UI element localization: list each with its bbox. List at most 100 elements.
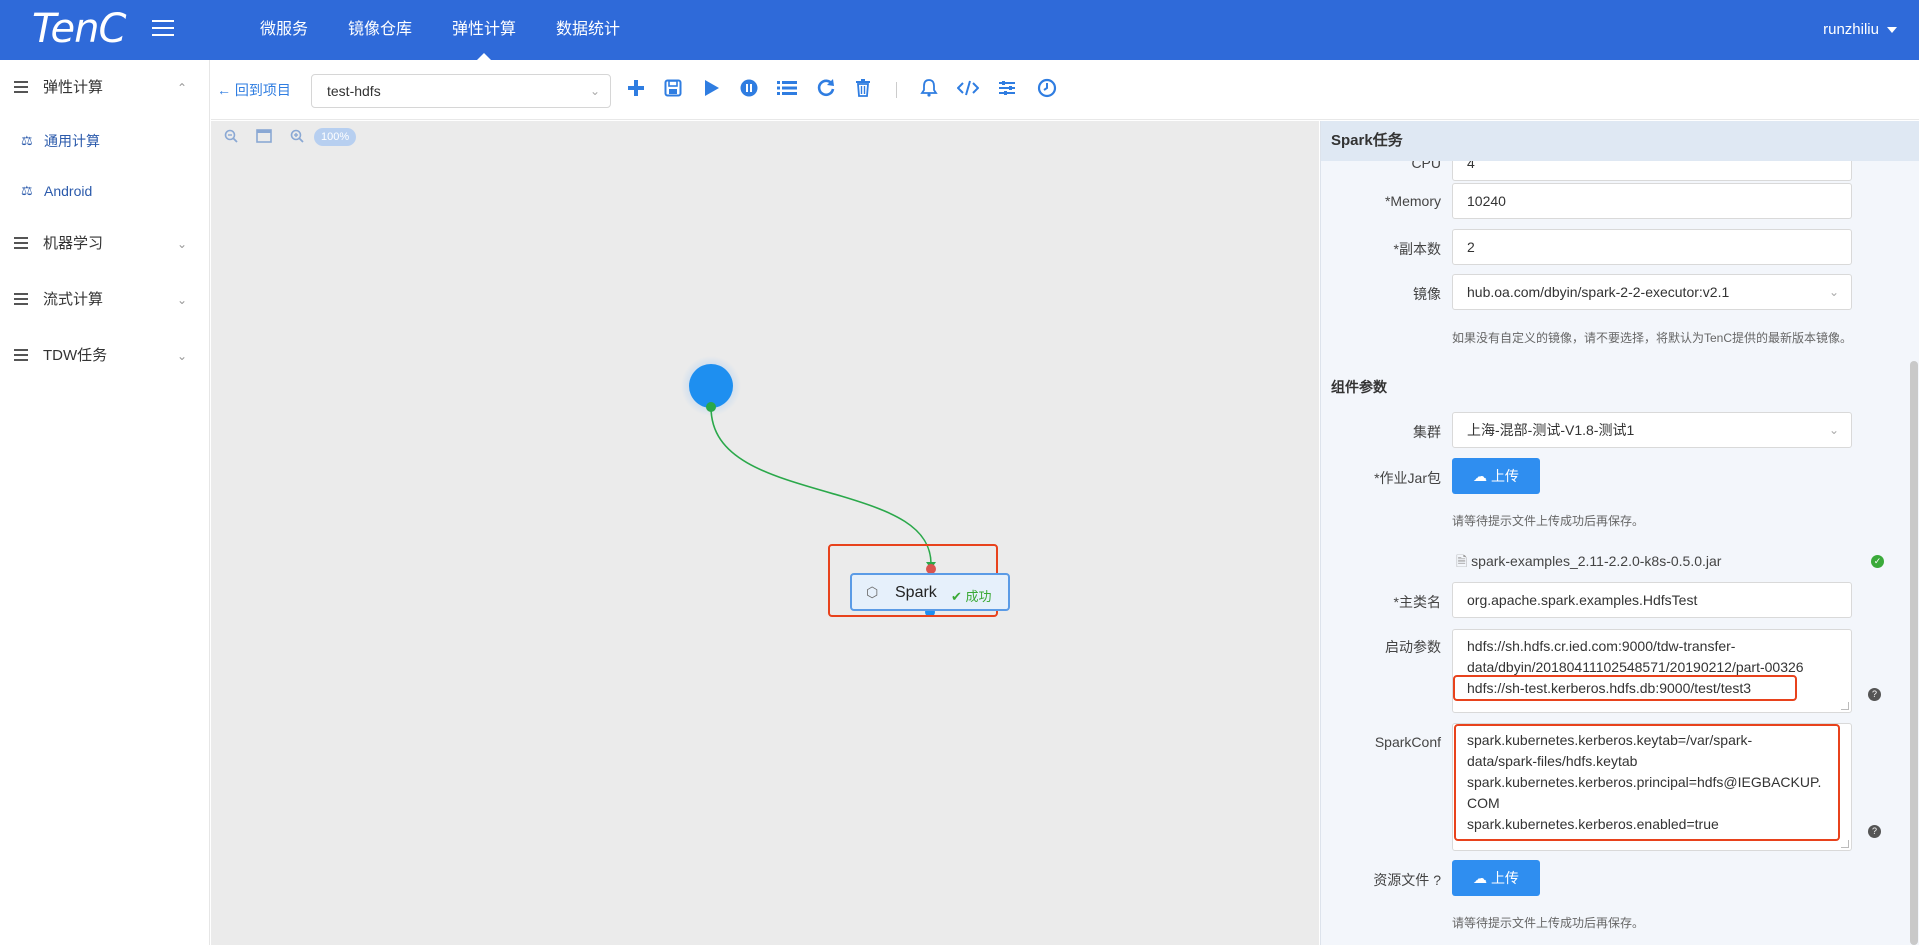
- hexagon-icon: ⬡: [866, 584, 879, 600]
- project-select-value: test-hdfs: [327, 83, 381, 99]
- status-text: 成功: [965, 589, 992, 604]
- highlight-box-sparkconf: [1454, 724, 1840, 841]
- cloud-upload-icon: ☁: [1473, 468, 1488, 484]
- chevron-down-icon: ⌄: [1828, 423, 1839, 437]
- properties-panel: CPU 4 Spark任务 *Memory 10240 *副本数 2 镜像 hu…: [1320, 121, 1919, 945]
- spark-node-label: Spark: [895, 584, 937, 601]
- cloud-upload-icon: ☁: [1473, 870, 1488, 886]
- image-hint: 如果没有自定义的镜像，请不要选择，将默认为TenC提供的最新版本镜像。: [1452, 331, 1853, 345]
- refresh-icon[interactable]: [815, 78, 837, 100]
- section-title: 组件参数: [1331, 379, 1387, 395]
- replicas-value: 2: [1467, 239, 1475, 255]
- sidebar-group-tdw-task[interactable]: TDW任务 ⌄: [0, 328, 209, 384]
- chevron-down-icon: ⌄: [176, 293, 187, 307]
- memory-label: *Memory: [1384, 193, 1441, 209]
- back-to-project-link[interactable]: ← 回到项目: [217, 60, 291, 120]
- cluster-value: 上海-混部-测试-V1.8-测试1: [1467, 422, 1635, 438]
- jar-upload-button[interactable]: ☁ 上传: [1452, 458, 1540, 494]
- jar-file-name: spark-examples_2.11-2.2.0-k8s-0.5.0.jar: [1471, 553, 1722, 569]
- workflow-canvas[interactable]: 100% ⬡ Spark ✔ 成功: [211, 121, 1319, 945]
- image-value: hub.oa.com/dbyin/spark-2-2-executor:v2.1: [1467, 284, 1730, 300]
- sidebar-group-label: TDW任务: [43, 347, 108, 364]
- edge-start-to-spark: [710, 406, 932, 565]
- highlight-box-args: [1453, 675, 1797, 701]
- scale-icon: ⚖: [21, 183, 33, 198]
- replicas-field[interactable]: 2: [1452, 229, 1852, 265]
- cluster-label: 集群: [1413, 424, 1441, 440]
- help-icon[interactable]: ?: [1868, 825, 1881, 838]
- mainclass-label: *主类名: [1393, 594, 1441, 610]
- image-label: 镜像: [1413, 286, 1441, 302]
- delete-icon[interactable]: [852, 78, 874, 100]
- menu-icon: [14, 293, 28, 305]
- top-bar: TenC 微服务 镜像仓库 弹性计算 数据统计 runzhiliu: [0, 0, 1919, 60]
- user-menu[interactable]: runzhiliu: [1823, 0, 1897, 60]
- chevron-down-icon: ⌄: [589, 84, 600, 98]
- back-label: 回到项目: [234, 82, 291, 98]
- nav-microservice[interactable]: 微服务: [240, 0, 328, 60]
- save-icon[interactable]: [662, 78, 684, 100]
- nav-data-stats[interactable]: 数据统计: [536, 0, 640, 60]
- sidebar-group-label: 弹性计算: [43, 79, 104, 96]
- scale-icon: ⚖: [21, 133, 33, 148]
- status-badge: ✔ 成功: [951, 586, 992, 605]
- memory-field[interactable]: 10240: [1452, 183, 1852, 219]
- sidebar-item-android[interactable]: ⚖ Android: [0, 166, 209, 216]
- sidebar-item-label: 通用计算: [44, 133, 100, 149]
- panel-title: Spark任务: [1321, 121, 1919, 161]
- nav-image-registry[interactable]: 镜像仓库: [328, 0, 432, 60]
- file-icon: 🗎: [1456, 553, 1468, 569]
- chevron-down-icon: ⌄: [176, 349, 187, 363]
- jar-file-item[interactable]: 🗎 spark-examples_2.11-2.2.0-k8s-0.5.0.ja…: [1456, 551, 1721, 575]
- menu-icon: [14, 81, 28, 93]
- play-icon[interactable]: [700, 78, 722, 100]
- sidebar-group-elastic-compute[interactable]: 弹性计算 ⌃: [0, 60, 209, 116]
- args-label: 启动参数: [1385, 639, 1441, 655]
- sidebar-group-label: 机器学习: [43, 235, 104, 252]
- clock-icon[interactable]: [1036, 78, 1058, 100]
- workflow-graph: [681, 356, 936, 617]
- settings-sliders-icon[interactable]: [996, 78, 1018, 100]
- arrow-left-icon: ←: [217, 82, 231, 98]
- start-node: [689, 364, 733, 408]
- nav-elastic-compute[interactable]: 弹性计算: [432, 0, 536, 60]
- menu-icon: [14, 349, 28, 361]
- resource-label: 资源文件 ?: [1373, 872, 1441, 888]
- sparkconf-label: SparkConf: [1374, 734, 1441, 750]
- help-icon[interactable]: ?: [1868, 688, 1881, 701]
- panel-scrollbar[interactable]: [1910, 361, 1918, 945]
- menu-icon: [14, 237, 28, 249]
- sidebar-group-label: 流式计算: [43, 291, 104, 308]
- sidebar-group-machine-learning[interactable]: 机器学习 ⌄: [0, 216, 209, 272]
- list-icon[interactable]: [776, 78, 798, 100]
- pause-icon[interactable]: [738, 78, 760, 100]
- chevron-down-icon: ⌄: [176, 237, 187, 251]
- upload-success-icon: ✓: [1871, 555, 1884, 568]
- add-icon[interactable]: [625, 78, 647, 100]
- code-icon[interactable]: [956, 78, 980, 100]
- sidebar-group-stream-compute[interactable]: 流式计算 ⌄: [0, 272, 209, 328]
- sidebar: 弹性计算 ⌃ ⚖ 通用计算 ⚖ Android 机器学习 ⌄ 流式计算 ⌄ TD…: [0, 60, 210, 945]
- resource-upload-button[interactable]: ☁ 上传: [1452, 860, 1540, 896]
- upload-label: 上传: [1490, 870, 1519, 886]
- cluster-select[interactable]: 上海-混部-测试-V1.8-测试1 ⌄: [1452, 412, 1852, 448]
- toolbar-divider: [896, 82, 897, 98]
- mainclass-value: org.apache.spark.examples.HdfsTest: [1467, 592, 1698, 608]
- bell-icon[interactable]: [918, 78, 940, 100]
- check-icon: ✔: [951, 589, 962, 604]
- chevron-up-icon: ⌃: [176, 81, 187, 95]
- caret-down-icon: [1887, 27, 1897, 34]
- spark-task-node[interactable]: ⬡ Spark ✔ 成功: [850, 573, 1010, 611]
- image-select[interactable]: hub.oa.com/dbyin/spark-2-2-executor:v2.1…: [1452, 274, 1852, 310]
- memory-value: 10240: [1467, 193, 1506, 209]
- jar-label: *作业Jar包: [1374, 470, 1441, 486]
- resize-handle[interactable]: [1841, 702, 1849, 710]
- menu-toggle-icon[interactable]: [152, 20, 174, 38]
- resource-hint: 请等待提示文件上传成功后再保存。: [1452, 916, 1645, 930]
- replicas-label: *副本数: [1393, 241, 1441, 257]
- project-select[interactable]: test-hdfs ⌄: [311, 74, 611, 108]
- logo[interactable]: TenC: [32, 6, 126, 52]
- resize-handle[interactable]: [1841, 840, 1849, 848]
- sidebar-item-general-compute[interactable]: ⚖ 通用计算: [0, 116, 209, 166]
- mainclass-field[interactable]: org.apache.spark.examples.HdfsTest: [1452, 582, 1852, 618]
